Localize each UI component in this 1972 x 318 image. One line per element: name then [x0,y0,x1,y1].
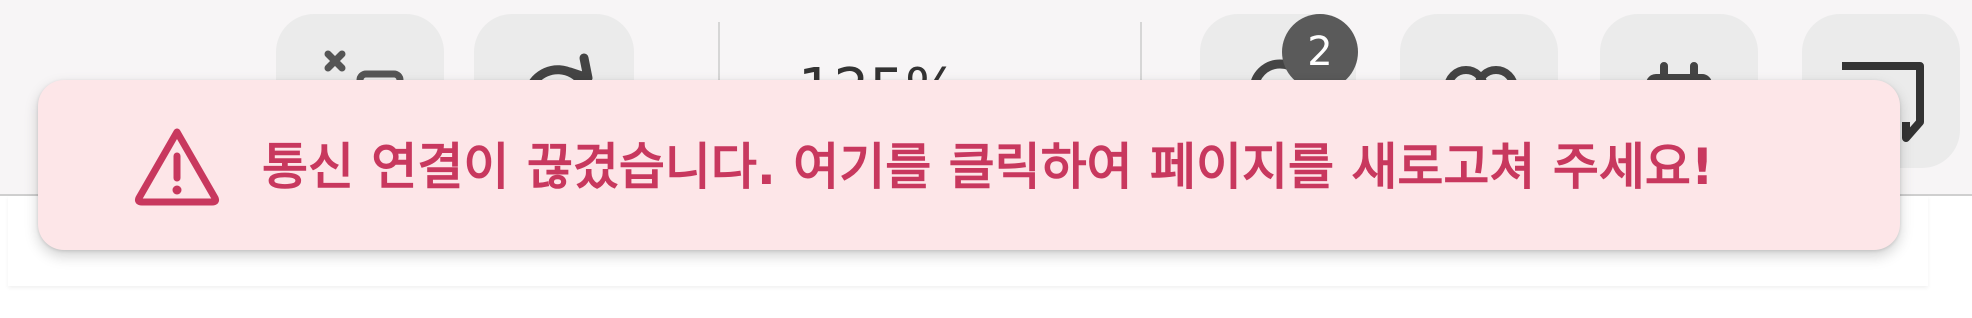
warning-icon [134,128,220,206]
connection-lost-banner[interactable]: 통신 연결이 끊겼습니다. 여기를 클릭하여 페이지를 새로고쳐 주세요! [38,80,1900,250]
app-window: 125% 2 [0,0,1972,318]
notification-badge: 2 [1282,14,1358,90]
banner-message[interactable]: 통신 연결이 끊겼습니다. 여기를 클릭하여 페이지를 새로고쳐 주세요! [262,132,1714,202]
